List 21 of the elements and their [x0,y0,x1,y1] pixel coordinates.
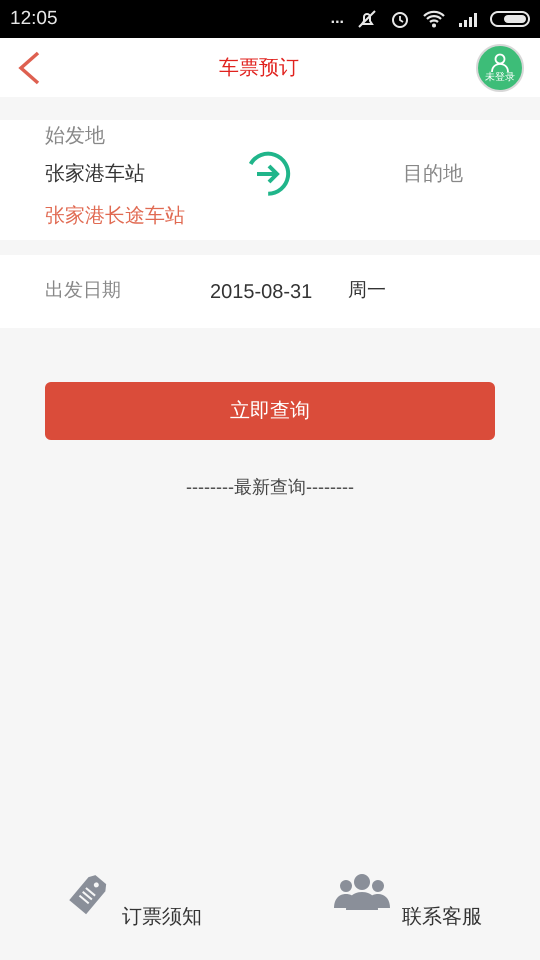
back-icon[interactable] [16,50,42,84]
origin-label: 始发地 [45,124,106,149]
recent-searches-heading: --------最新查询-------- [186,476,354,499]
status-time: 12:05 [10,6,58,31]
people-icon [332,872,392,912]
date-label: 出发日期 [45,279,122,304]
customer-service-link[interactable]: 联系客服 [402,902,482,932]
origin-field[interactable]: 张家港车站 [45,159,245,189]
user-icon [490,52,510,72]
destination-field[interactable]: 目的地 [403,159,463,189]
login-status: 未登录 [485,72,515,82]
status-dots: ... [330,9,344,29]
battery-icon [490,11,530,27]
alarm-icon [390,9,410,29]
date-value[interactable]: 2015-08-31 [210,276,348,306]
search-button[interactable]: 立即查询 [45,382,495,440]
signal-icon [458,11,478,27]
booking-notice-link[interactable]: 订票须知 [122,902,202,932]
wifi-icon [422,10,446,28]
page-title: 车票预订 [219,56,299,80]
weekday: 周一 [348,279,386,304]
